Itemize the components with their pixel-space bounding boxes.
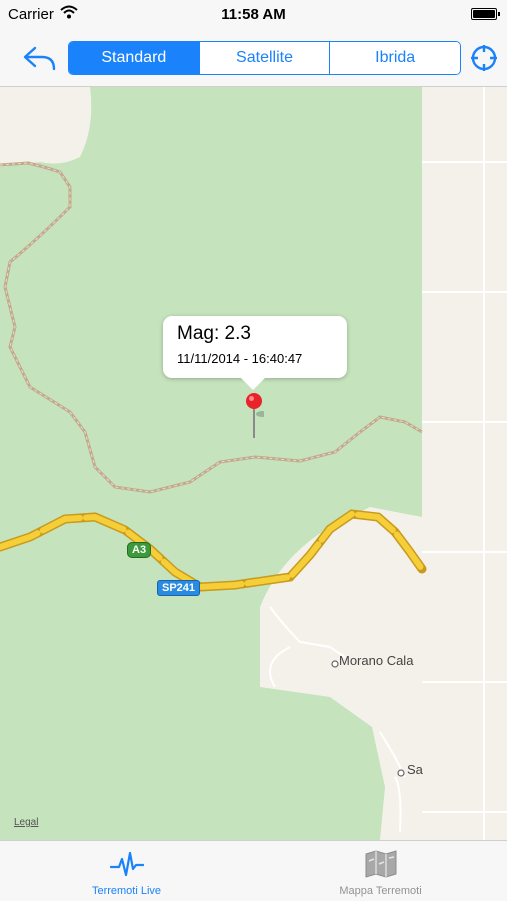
- map-pin-icon[interactable]: [244, 392, 264, 440]
- tab-terremoti-live[interactable]: Terremoti Live: [0, 841, 253, 901]
- earthquake-callout[interactable]: Mag: 2.3 11/11/2014 - 16:40:47: [163, 316, 347, 390]
- tab-bar: Terremoti Live Mappa Terremoti: [0, 840, 507, 901]
- heartbeat-pulse-icon: [109, 851, 144, 877]
- callout-magnitude: Mag: 2.3: [177, 323, 251, 344]
- folded-map-icon: [365, 850, 396, 878]
- road-label-a3: A3: [127, 542, 152, 558]
- place-label-morano: Morano Cala: [339, 653, 414, 668]
- tab-label-live: Terremoti Live: [91, 885, 162, 897]
- location-crosshair-icon[interactable]: [470, 44, 498, 72]
- place-label-sa: Sa: [407, 762, 423, 777]
- map-toolbar: Standard Satellite Ibrida: [0, 30, 507, 87]
- road-label-sp241: SP241: [157, 580, 201, 596]
- segment-satellite[interactable]: Satellite: [198, 42, 330, 74]
- legal-link[interactable]: Legal: [14, 817, 38, 828]
- callout-datetime: 11/11/2014 - 16:40:47: [177, 351, 303, 366]
- map-background: [0, 87, 507, 840]
- battery-icon: [471, 8, 500, 20]
- reply-arrow-icon[interactable]: [22, 43, 58, 73]
- map-view[interactable]: A3 SP241 Morano Cala Sa Mag: 2.3 11/11/2…: [0, 87, 507, 840]
- map-type-segmented-control: Standard Satellite Ibrida: [68, 41, 461, 75]
- tab-mappa-terremoti[interactable]: Mappa Terremoti: [254, 841, 507, 901]
- segment-standard[interactable]: Standard: [69, 42, 199, 74]
- segment-ibrida[interactable]: Ibrida: [329, 42, 460, 74]
- tab-label-mappa: Mappa Terremoti: [339, 885, 422, 897]
- status-bar: Carrier 11:58 AM: [0, 0, 507, 30]
- status-time: 11:58 AM: [221, 6, 286, 23]
